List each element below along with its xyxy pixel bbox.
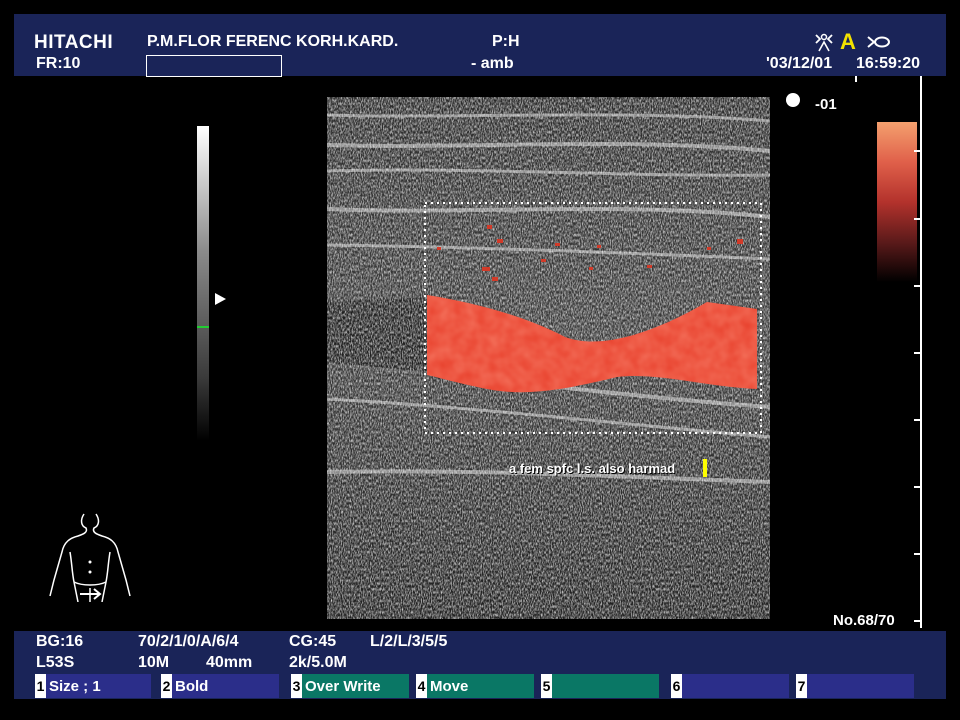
frame-counter: No.68/70 xyxy=(833,612,895,629)
fkey-bold[interactable]: 2 Bold xyxy=(161,674,279,698)
scale-tick xyxy=(914,419,920,421)
fkey-6[interactable]: 6 xyxy=(671,674,789,698)
patient-name: P.M.FLOR FERENC KORH.KARD. xyxy=(147,33,399,50)
flow-direction-icon xyxy=(866,34,892,55)
exam-time: 16:59:20 xyxy=(856,55,921,72)
scale-tick xyxy=(914,352,920,354)
function-key-bar: 1 Size ; 1 2 Bold 3 Over Write 4 Move 5 6 7 xyxy=(35,674,915,698)
probe-position: P:H xyxy=(492,33,520,50)
annotation-text[interactable]: a fem spfc l.s. also harmad xyxy=(509,461,675,476)
depth-indicator: -01 xyxy=(815,96,837,113)
scale-tick xyxy=(914,150,920,152)
depth-scale xyxy=(920,76,922,628)
color-params: L/2/L/3/5/5 xyxy=(370,633,448,650)
probe-model: L53S xyxy=(36,654,75,671)
scale-tick xyxy=(855,76,857,82)
ultrasound-image[interactable] xyxy=(327,97,770,619)
scale-tick xyxy=(914,285,920,287)
image-depth: 40mm xyxy=(206,654,253,671)
scale-tick xyxy=(914,553,920,555)
scale-tick xyxy=(914,620,920,622)
bmode-params: 70/2/1/0/A/6/4 xyxy=(138,633,239,650)
fkey-5[interactable]: 5 xyxy=(541,674,659,698)
fkey-7[interactable]: 7 xyxy=(796,674,914,698)
indicator-dot xyxy=(786,93,800,107)
comment-field[interactable] xyxy=(146,55,282,77)
frame-rate: FR:10 xyxy=(36,55,81,72)
a-mode-icon: A xyxy=(840,29,856,54)
fkey-size[interactable]: 1 Size ; 1 xyxy=(35,674,151,698)
brand-logo: HITACHI xyxy=(34,32,114,53)
grayscale-bar xyxy=(197,126,209,441)
color-scale-bar xyxy=(877,122,917,282)
exam-date: '03/12/01 xyxy=(766,55,833,72)
gain-marker xyxy=(197,326,209,328)
scale-tick xyxy=(914,486,920,488)
body-mark-icon[interactable] xyxy=(44,512,136,607)
bg-value: BG:16 xyxy=(36,633,84,650)
person-icon xyxy=(813,31,835,58)
probe-frequency: 10M xyxy=(138,654,170,671)
department: - amb xyxy=(471,55,514,72)
focus-marker-icon[interactable] xyxy=(215,293,226,305)
scale-tick xyxy=(914,218,920,220)
prf-value: 2k/5.0M xyxy=(289,654,347,671)
cg-value: CG:45 xyxy=(289,633,337,650)
fkey-over-write[interactable]: 3 Over Write xyxy=(291,674,409,698)
fkey-move[interactable]: 4 Move xyxy=(416,674,534,698)
text-cursor xyxy=(703,459,707,477)
